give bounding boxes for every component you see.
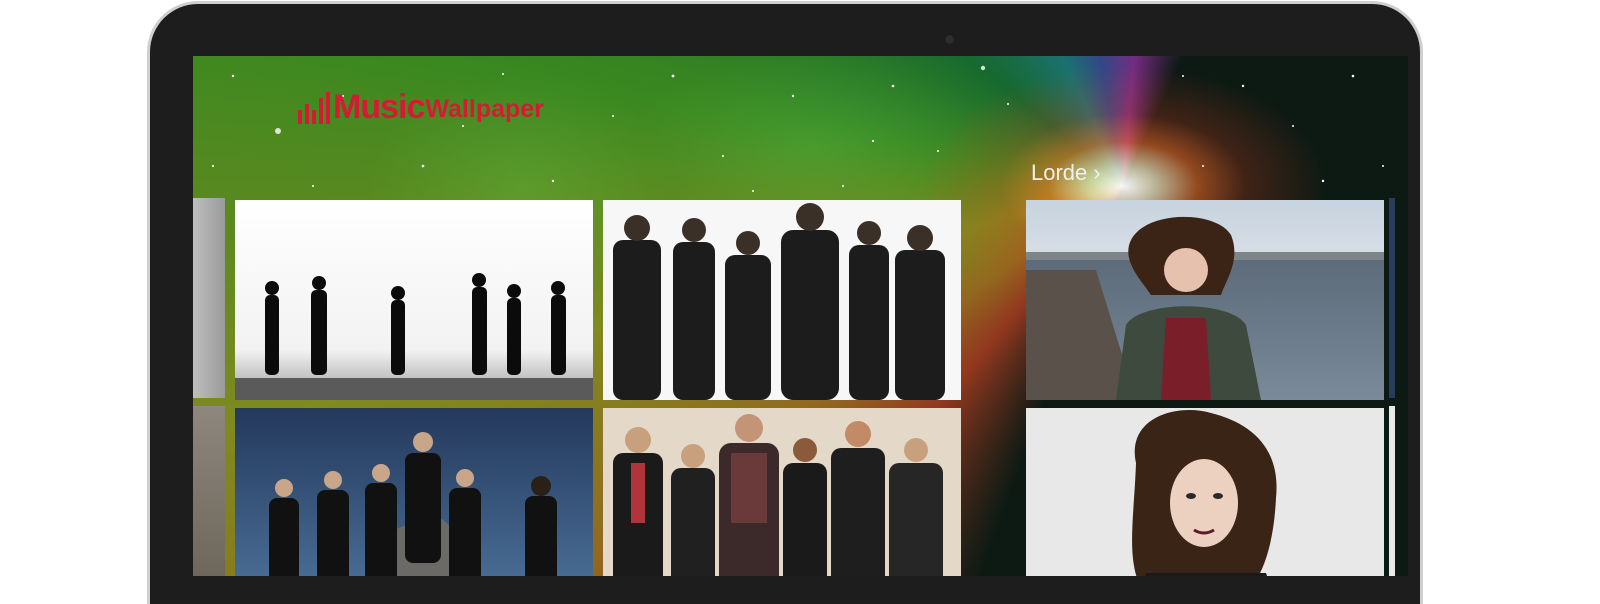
wallpaper-image [235, 200, 593, 400]
wallpaper-band-color-studio[interactable] [603, 408, 961, 576]
wallpaper-band-blue-sky[interactable] [235, 408, 593, 576]
wallpaper-image [1026, 408, 1384, 576]
section-title: Lorde [1031, 160, 1088, 185]
wallpaper-image [603, 408, 961, 576]
wallpaper-lorde-pier[interactable] [1026, 200, 1384, 400]
chevron-right-icon: › [1093, 160, 1101, 185]
app-logo[interactable]: Music Wallpaper [298, 84, 544, 124]
app-screen: Music Wallpaper Lorde › [193, 56, 1408, 576]
wallpaper-lorde-portrait[interactable] [1026, 408, 1384, 576]
partial-tile-edge[interactable] [193, 198, 225, 398]
partial-tile-edge[interactable] [193, 406, 225, 576]
wallpaper-image [1026, 200, 1384, 400]
wallpaper-band-white-studio[interactable] [603, 200, 961, 400]
partial-tile-edge[interactable] [1389, 406, 1395, 576]
logo-word-music: Music [333, 88, 425, 126]
equalizer-logo-icon [298, 92, 330, 124]
webcam [944, 34, 955, 45]
logo-word-wallpaper: Wallpaper [425, 95, 544, 123]
wallpaper-band-silhouettes[interactable] [235, 200, 593, 400]
wallpaper-image [603, 200, 961, 400]
wallpaper-image [235, 408, 593, 576]
partial-tile-edge[interactable] [1389, 198, 1395, 398]
section-header-lorde[interactable]: Lorde › [1031, 160, 1101, 186]
